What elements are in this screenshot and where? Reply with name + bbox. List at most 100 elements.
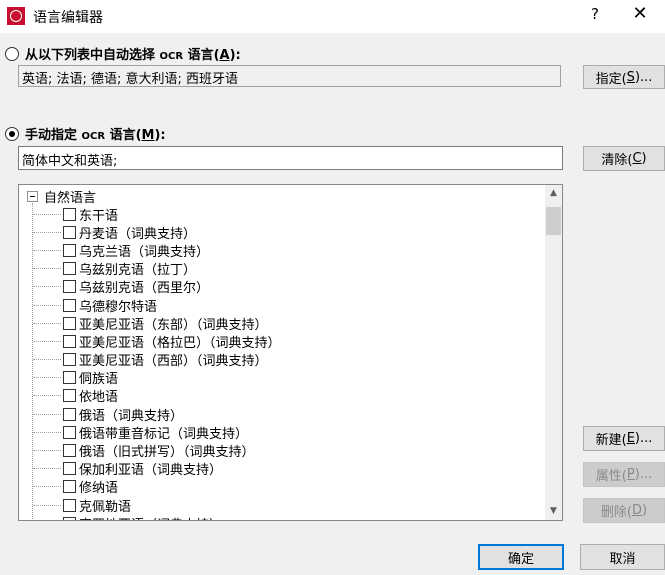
language-item[interactable]: 乌兹别克语（西里尔） [33, 278, 281, 296]
language-checkbox[interactable] [63, 334, 76, 348]
tree-root-label: 自然语言 [44, 190, 97, 206]
tree-connector-line [33, 231, 61, 233]
new-button[interactable]: 新建(E)... [583, 426, 665, 451]
language-item[interactable]: 保加利亚语（词典支持） [33, 460, 281, 478]
language-checkbox[interactable] [63, 389, 76, 403]
manual-select-radio-row[interactable]: 手动指定 OCR 语言(M): [5, 124, 166, 143]
language-label: 俄语带重音标记（词典支持） [79, 426, 249, 442]
auto-select-label: 从以下列表中自动选择 OCR 语言(A): [25, 48, 241, 63]
help-button[interactable]: ? [586, 5, 604, 23]
specify-button[interactable]: 指定(S)... [583, 65, 665, 89]
delete-button[interactable]: 删除(D) [583, 498, 665, 523]
language-item[interactable]: 亚美尼亚语（格拉巴）（词典支持） [33, 332, 281, 351]
language-label: 克佩勒语 [79, 499, 132, 515]
tree-connector-line [33, 413, 61, 415]
close-button[interactable]: ✕ [628, 3, 652, 24]
tree-connector-line [33, 431, 61, 433]
language-label: 乌德穆尔特语 [79, 299, 158, 315]
language-checkbox[interactable] [63, 207, 76, 221]
language-checkbox[interactable] [63, 516, 76, 520]
language-item[interactable]: 依地语 [33, 387, 281, 405]
tree-connector-line [33, 268, 61, 270]
manual-select-radio[interactable] [5, 126, 19, 141]
auto-select-radio-row[interactable]: 从以下列表中自动选择 OCR 语言(A): [5, 44, 241, 63]
language-label: 保加利亚语（词典支持） [79, 463, 223, 479]
language-checkbox[interactable] [63, 407, 76, 421]
language-item[interactable]: 克罗地亚语（词典支持） [33, 514, 281, 520]
language-checkbox[interactable] [63, 280, 76, 294]
language-item[interactable]: 丹麦语（词典支持） [33, 223, 281, 242]
auto-select-radio[interactable] [5, 46, 19, 61]
manual-select-label: 手动指定 OCR 语言(M): [25, 128, 166, 143]
language-item[interactable]: 侗族语 [33, 369, 281, 387]
language-label: 克罗地亚语（词典支持） [79, 514, 222, 520]
language-checkbox[interactable] [63, 298, 76, 312]
language-label: 丹麦语（词典支持） [79, 226, 197, 242]
collapse-icon[interactable] [27, 190, 38, 202]
tree-connector-line [33, 304, 61, 306]
language-item[interactable]: 俄语（旧式拼写）（词典支持） [33, 441, 281, 461]
tree-root-natural-languages[interactable]: 自然语言 [27, 187, 97, 206]
language-checkbox[interactable] [63, 225, 76, 239]
language-label: 侗族语 [79, 372, 119, 388]
auto-languages-field: 英语; 法语; 德语; 意大利语; 西班牙语 [18, 65, 561, 87]
language-item[interactable]: 乌兹别克语（拉丁） [33, 260, 281, 278]
scroll-up-icon[interactable]: ▲ [545, 185, 562, 202]
language-label: 乌克兰语（词典支持） [79, 244, 210, 260]
language-checkbox[interactable] [63, 462, 76, 476]
manual-languages-input[interactable]: 简体中文和英语; [18, 146, 563, 170]
app-icon [7, 7, 25, 25]
language-checkbox[interactable] [63, 444, 76, 458]
tree-connector-line [33, 486, 61, 488]
language-checkbox[interactable] [63, 480, 76, 494]
language-item[interactable]: 东干语 [33, 205, 281, 224]
tree-connector-line [33, 450, 61, 452]
tree-connector-line [33, 340, 61, 342]
scroll-thumb[interactable] [546, 207, 561, 235]
language-item[interactable]: 亚美尼亚语（西部）（词典支持） [33, 351, 281, 369]
language-list: 东干语丹麦语（词典支持） 乌克兰语（词典支持） 乌兹别克语（拉丁） 乌兹别克语（西里尔… [33, 205, 281, 520]
window-title: 语言编辑器 [33, 10, 103, 26]
tree-scrollbar[interactable]: ▲ ▼ [545, 185, 562, 520]
tree-connector-line [33, 249, 61, 251]
ok-button[interactable]: 确定 [478, 544, 564, 570]
language-item[interactable]: 乌德穆尔特语 [33, 296, 281, 315]
language-tree[interactable]: 自然语言 东干语丹麦语（词典支持） 乌克兰语（词典支持） 乌兹别克语（拉丁） 乌兹别克… [18, 184, 563, 521]
language-item[interactable]: 修纳语 [33, 478, 281, 496]
cancel-button[interactable]: 取消 [580, 544, 665, 570]
properties-button[interactable]: 属性(P)... [583, 462, 665, 487]
tree-connector-line [33, 377, 61, 379]
language-label: 东干语 [79, 208, 119, 224]
tree-connector-line [33, 504, 61, 506]
language-label: 依地语 [79, 390, 119, 406]
language-label: 修纳语 [79, 481, 119, 497]
language-checkbox[interactable] [63, 425, 76, 439]
language-label: 乌兹别克语（拉丁） [79, 263, 197, 279]
language-checkbox[interactable] [63, 371, 76, 385]
language-label: 俄语（旧式拼写）（词典支持） [79, 445, 255, 461]
language-label: 亚美尼亚语（东部）（词典支持） [79, 317, 268, 333]
clear-button[interactable]: 清除(C) [583, 146, 665, 171]
language-item[interactable]: 俄语（词典支持） [33, 405, 281, 424]
language-label: 亚美尼亚语（格拉巴）（词典支持） [79, 335, 281, 351]
language-item[interactable]: 乌克兰语（词典支持） [33, 241, 281, 260]
language-label: 俄语（词典支持） [79, 408, 184, 424]
language-item[interactable]: 克佩勒语 [33, 496, 281, 515]
tree-connector-line [33, 213, 61, 215]
title-bar: 语言编辑器 ? ✕ [0, 0, 665, 33]
language-checkbox[interactable] [63, 316, 76, 330]
language-checkbox[interactable] [63, 498, 76, 512]
language-checkbox[interactable] [63, 262, 76, 276]
tree-connector-line [33, 322, 61, 324]
tree-connector-line [33, 286, 61, 288]
scroll-down-icon[interactable]: ▼ [545, 503, 562, 520]
tree-connector-line [33, 468, 61, 470]
language-checkbox[interactable] [63, 243, 76, 257]
language-label: 亚美尼亚语（西部）（词典支持） [79, 354, 268, 370]
tree-connector-line [33, 395, 61, 397]
language-label: 乌兹别克语（西里尔） [79, 281, 210, 297]
language-item[interactable]: 亚美尼亚语（东部）（词典支持） [33, 314, 281, 333]
language-item[interactable]: 俄语带重音标记（词典支持） [33, 423, 281, 442]
tree-connector-line [33, 359, 61, 361]
language-checkbox[interactable] [63, 353, 76, 367]
